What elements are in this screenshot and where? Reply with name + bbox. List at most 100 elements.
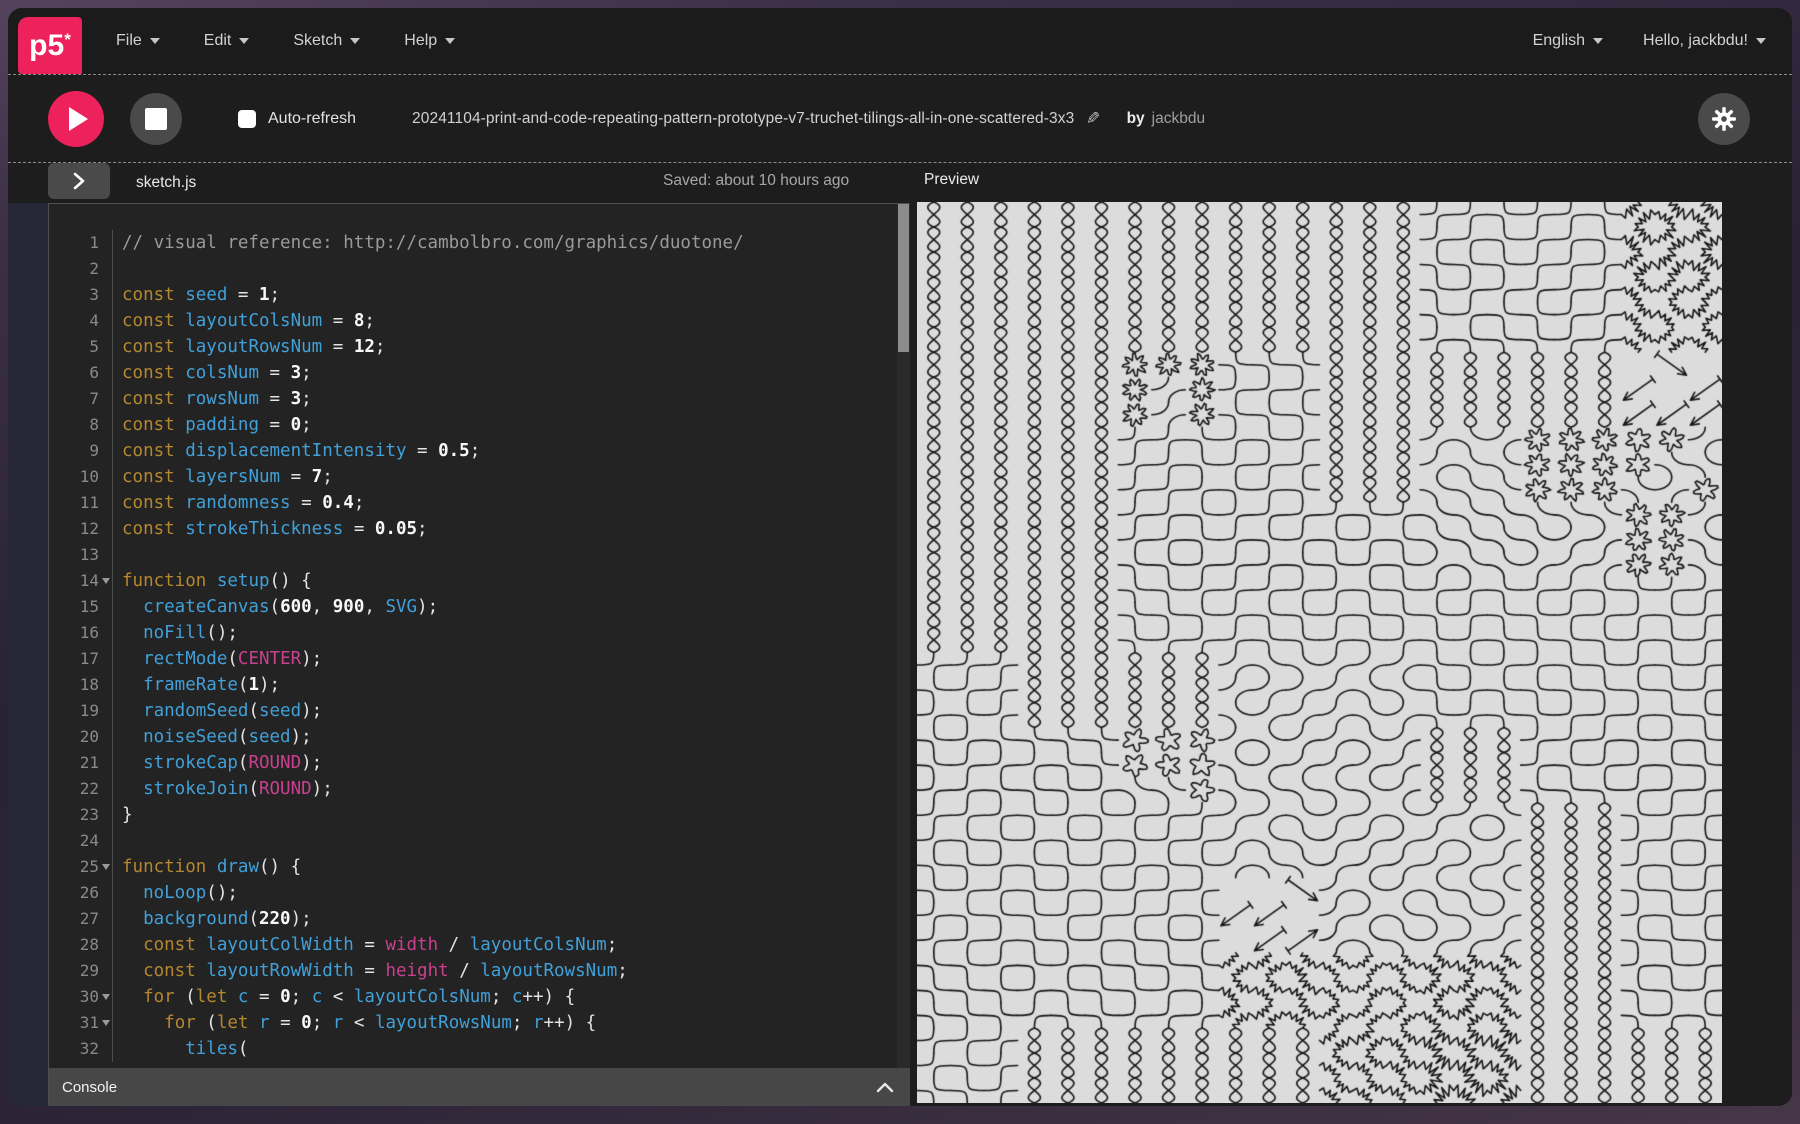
code-text: const layoutRowsNum = 12;: [112, 334, 897, 360]
tab-sketch-js[interactable]: sketch.js: [136, 174, 196, 192]
line-number: 17: [49, 646, 99, 672]
pane-divider[interactable]: [910, 203, 917, 1106]
fold-gutter: [99, 412, 112, 438]
code-text: noFill();: [112, 620, 897, 646]
fold-gutter: [99, 620, 112, 646]
code-line: 24: [49, 828, 897, 854]
gear-icon: [1711, 106, 1737, 132]
chevron-down-icon: [445, 38, 455, 44]
code-text: randomSeed(seed);: [112, 698, 897, 724]
expand-files-button[interactable]: [48, 163, 110, 199]
code-text: const layoutRowWidth = height / layoutRo…: [112, 958, 897, 984]
code-editor[interactable]: 1// visual reference: http://cambolbro.c…: [49, 204, 897, 1068]
code-text: const seed = 1;: [112, 282, 897, 308]
top-nav: p5* File Edit Sketch Help English Hello, ja…: [8, 8, 1792, 75]
chevron-down-icon: [1593, 38, 1603, 44]
code-line: 30 for (let c = 0; c < layoutColsNum; c+…: [49, 984, 897, 1010]
fold-gutter: [99, 932, 112, 958]
stop-button[interactable]: [130, 93, 182, 145]
fold-gutter: [99, 724, 112, 750]
account-dropdown[interactable]: Hello, jackbdu!: [1643, 32, 1766, 50]
code-line: 16 noFill();: [49, 620, 897, 646]
menu-sketch[interactable]: Sketch: [293, 32, 360, 50]
fold-gutter: [99, 386, 112, 412]
fold-gutter: [99, 646, 112, 672]
fold-gutter: [99, 750, 112, 776]
fold-arrow-icon[interactable]: [102, 864, 110, 870]
fold-arrow-icon[interactable]: [102, 994, 110, 1000]
scrollbar-thumb[interactable]: [898, 204, 909, 352]
fold-gutter: [99, 490, 112, 516]
menu-label: File: [116, 32, 142, 50]
play-button[interactable]: [48, 91, 104, 147]
fold-arrow-icon[interactable]: [102, 578, 110, 584]
preview-canvas: [917, 202, 1722, 1103]
toolbar: Auto-refresh 20241104-print-and-code-rep…: [8, 75, 1792, 163]
code-line: 11const randomness = 0.4;: [49, 490, 897, 516]
code-text: [112, 828, 897, 854]
line-number: 30: [49, 984, 99, 1010]
code-line: 2: [49, 256, 897, 282]
code-text: tiles(: [112, 1036, 897, 1062]
fold-arrow-icon[interactable]: [102, 1020, 110, 1026]
fold-gutter: [99, 698, 112, 724]
code-text: const layoutColWidth = width / layoutCol…: [112, 932, 897, 958]
autorefresh-checkbox[interactable]: [238, 110, 256, 128]
editor-scrollbar: [897, 204, 910, 1068]
code-line: 29 const layoutRowWidth = height / layou…: [49, 958, 897, 984]
code-line: 13: [49, 542, 897, 568]
saved-status: Saved: about 10 hours ago: [663, 172, 849, 190]
code-text: const layersNum = 7;: [112, 464, 897, 490]
fold-gutter: [99, 906, 112, 932]
language-label: English: [1533, 32, 1585, 50]
code-line: 20 noiseSeed(seed);: [49, 724, 897, 750]
code-text: const colsNum = 3;: [112, 360, 897, 386]
code-line: 5const layoutRowsNum = 12;: [49, 334, 897, 360]
code-line: 21 strokeCap(ROUND);: [49, 750, 897, 776]
code-line: 19 randomSeed(seed);: [49, 698, 897, 724]
fold-gutter: [99, 568, 112, 594]
chevron-up-icon[interactable]: [876, 1082, 894, 1093]
line-number: 12: [49, 516, 99, 542]
code-text: const strokeThickness = 0.05;: [112, 516, 897, 542]
fold-gutter: [99, 880, 112, 906]
fold-gutter: [99, 594, 112, 620]
menu-label: Help: [404, 32, 437, 50]
menu-edit[interactable]: Edit: [204, 32, 250, 50]
line-number: 19: [49, 698, 99, 724]
code-editor-pane: 1// visual reference: http://cambolbro.c…: [48, 203, 910, 1106]
line-number: 1: [49, 230, 99, 256]
sketch-title[interactable]: 20241104-print-and-code-repeating-patter…: [412, 110, 1074, 128]
line-number: 22: [49, 776, 99, 802]
code-text: [112, 256, 897, 282]
settings-button[interactable]: [1698, 93, 1750, 145]
fold-gutter: [99, 1010, 112, 1036]
code-line: 26 noLoop();: [49, 880, 897, 906]
fold-gutter: [99, 958, 112, 984]
menu-help[interactable]: Help: [404, 32, 455, 50]
console-bar[interactable]: Console: [49, 1068, 910, 1106]
p5-logo[interactable]: p5*: [18, 17, 82, 74]
author-link[interactable]: jackbdu: [1152, 110, 1205, 128]
line-number: 16: [49, 620, 99, 646]
code-text: const displacementIntensity = 0.5;: [112, 438, 897, 464]
menu-file[interactable]: File: [116, 32, 160, 50]
code-line: 9const displacementIntensity = 0.5;: [49, 438, 897, 464]
fold-gutter: [99, 984, 112, 1010]
fold-gutter: [99, 282, 112, 308]
fold-gutter: [99, 334, 112, 360]
code-text: background(220);: [112, 906, 897, 932]
fold-gutter: [99, 230, 112, 256]
code-text: }: [112, 802, 897, 828]
chevron-down-icon: [350, 38, 360, 44]
p5-logo-text: p5: [29, 29, 64, 63]
language-dropdown[interactable]: English: [1533, 32, 1603, 50]
line-number: 25: [49, 854, 99, 880]
by-label: by: [1127, 110, 1145, 128]
collapsed-sidebar-strip: [8, 203, 48, 1106]
console-label: Console: [62, 1079, 117, 1096]
fold-gutter: [99, 672, 112, 698]
line-number: 29: [49, 958, 99, 984]
code-line: 12 const strokeThickness = 0.05;: [49, 516, 897, 542]
edit-pencil-icon[interactable]: ✎: [1086, 109, 1100, 129]
